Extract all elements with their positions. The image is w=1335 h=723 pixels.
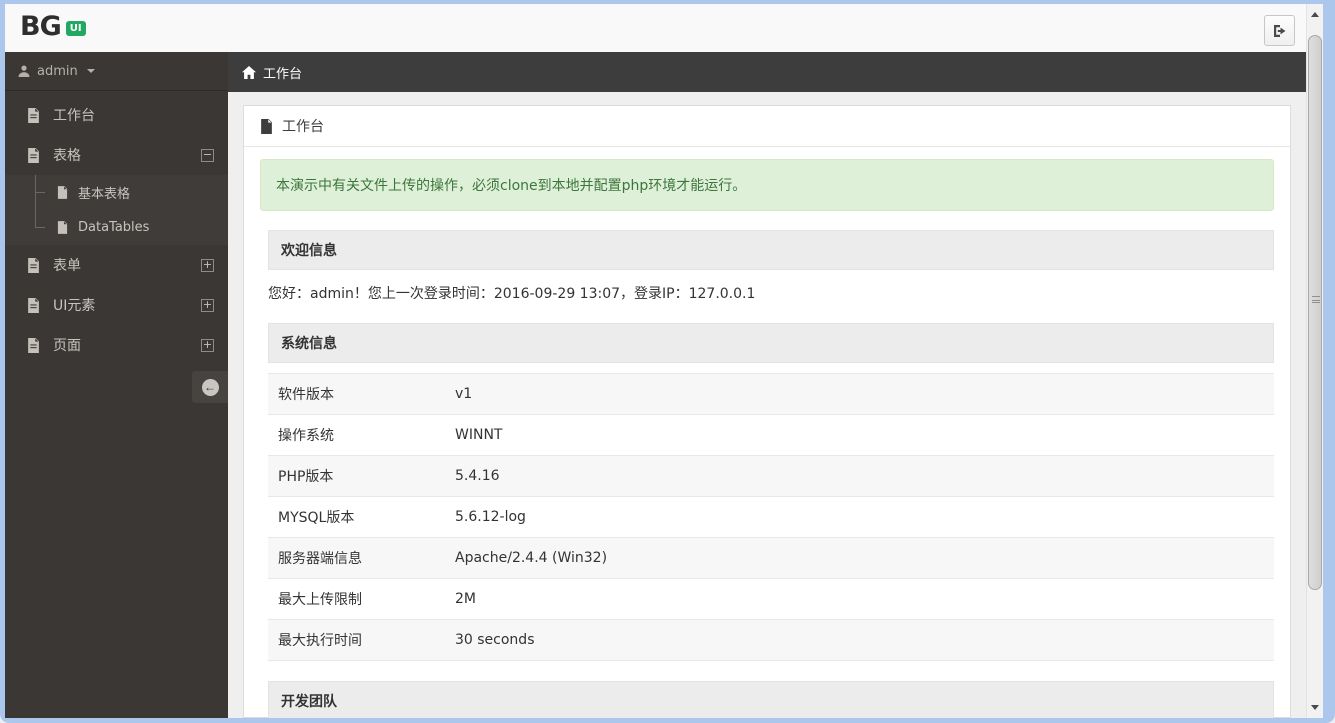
sidebar-menu: 工作台 表格 − 基本表格 DataTables 表单 + UI元素 + 页面 … [5, 91, 228, 403]
table-row: 软件版本 v1 [268, 373, 1274, 415]
sidebar-item-tables[interactable]: 表格 − [5, 135, 228, 175]
row-value: 5.4.16 [445, 455, 1274, 497]
sidebar-item-workbench[interactable]: 工作台 [5, 95, 228, 135]
file-icon [27, 147, 40, 163]
panel-body: 本演示中有关文件上传的操作，必须clone到本地并配置php环境才能运行。 欢迎… [244, 147, 1290, 718]
file-icon [260, 118, 273, 134]
caret-down-icon [86, 69, 95, 73]
scrollbar-up-button[interactable] [1307, 6, 1323, 23]
triangle-up-icon [1311, 12, 1319, 17]
file-icon [27, 297, 40, 313]
app-header: BG UI [5, 4, 1306, 52]
row-value: v1 [445, 373, 1274, 415]
sidebar-subitem-datatables[interactable]: DataTables [5, 210, 228, 245]
logo-ui-badge: UI [65, 21, 86, 36]
row-value: WINNT [445, 414, 1274, 456]
expand-plus-icon[interactable]: + [201, 258, 214, 272]
expand-plus-icon[interactable]: + [201, 338, 214, 352]
success-alert: 本演示中有关文件上传的操作，必须clone到本地并配置php环境才能运行。 [260, 159, 1274, 211]
sidebar-subitem-label: DataTables [78, 220, 150, 235]
scrollbar-down-button[interactable] [1307, 699, 1323, 716]
sidebar-collapse-button[interactable]: ← [192, 371, 228, 403]
sidebar-item-ui-elements[interactable]: UI元素 + [5, 285, 228, 325]
row-label: PHP版本 [268, 455, 445, 497]
file-icon [27, 257, 40, 273]
user-name: admin [37, 63, 78, 79]
sidebar-collapse-row: ← [5, 371, 228, 403]
window-frame: BG UI admin 工作台 表格 − 基本表格 DataTables 表单 … [0, 0, 1335, 723]
sidebar: admin 工作台 表格 − 基本表格 DataTables 表单 + UI元素… [5, 52, 228, 718]
row-value: 30 seconds [445, 619, 1274, 661]
file-icon [57, 221, 68, 234]
expand-plus-icon[interactable]: + [201, 298, 214, 312]
row-label: 最大执行时间 [268, 619, 445, 661]
table-row: PHP版本 5.4.16 [268, 455, 1274, 497]
workbench-panel: 工作台 本演示中有关文件上传的操作，必须clone到本地并配置php环境才能运行… [243, 105, 1291, 718]
row-label: 最大上传限制 [268, 578, 445, 620]
table-row: 最大上传限制 2M [268, 578, 1274, 620]
arrow-left-circle-icon: ← [201, 378, 219, 396]
welcome-text: 您好：admin！您上一次登录时间：2016-09-29 13:07，登录IP：… [268, 286, 756, 302]
system-info-table: 软件版本 v1 操作系统 WINNT PHP版本 5.4.16 MYSQL版本 5.6.… [268, 373, 1274, 661]
sidebar-subitem-basic-tables[interactable]: 基本表格 [5, 175, 228, 210]
sidebar-item-label: UI元素 [53, 298, 96, 314]
sign-out-icon [1271, 23, 1288, 39]
sidebar-item-label: 页面 [53, 338, 81, 354]
scrollbar-grip-icon [1312, 296, 1320, 303]
row-value: Apache/2.4.4 (Win32) [445, 537, 1274, 579]
user-dropdown[interactable]: admin [5, 52, 228, 91]
table-row: 服务器端信息 Apache/2.4.4 (Win32) [268, 537, 1274, 579]
row-label: 软件版本 [268, 373, 445, 415]
file-icon [27, 107, 40, 123]
logo-text: BG [20, 11, 62, 42]
row-value: 2M [445, 578, 1274, 620]
sidebar-item-forms[interactable]: 表单 + [5, 245, 228, 285]
section-header-welcome: 欢迎信息 [268, 230, 1274, 270]
section-header-system: 系统信息 [268, 323, 1274, 363]
logout-button[interactable] [1264, 15, 1295, 46]
file-icon [57, 186, 68, 199]
row-label: MYSQL版本 [268, 496, 445, 538]
sidebar-item-pages[interactable]: 页面 + [5, 325, 228, 365]
table-row: 操作系统 WINNT [268, 414, 1274, 456]
home-icon [242, 65, 256, 79]
main-area: 工作台 工作台 本演示中有关文件上传的操作，必须clone到本地并配置php环境… [228, 52, 1306, 718]
row-label: 服务器端信息 [268, 537, 445, 579]
section-header-team: 开发团队 [268, 681, 1274, 718]
file-icon [27, 337, 40, 353]
triangle-down-icon [1311, 705, 1319, 710]
table-row: MYSQL版本 5.6.12-log [268, 496, 1274, 538]
sidebar-subitem-label: 基本表格 [78, 187, 131, 202]
sidebar-item-label: 表格 [53, 148, 81, 164]
app-logo: BG UI [20, 11, 86, 42]
table-row: 最大执行时间 30 seconds [268, 619, 1274, 661]
window-scrollbar[interactable] [1306, 4, 1323, 718]
sidebar-item-label: 表单 [53, 258, 81, 274]
page-content: 工作台 本演示中有关文件上传的操作，必须clone到本地并配置php环境才能运行… [228, 92, 1306, 718]
user-icon [18, 65, 30, 77]
scrollbar-thumb[interactable] [1308, 35, 1322, 590]
row-value: 5.6.12-log [445, 496, 1274, 538]
panel-heading: 工作台 [244, 106, 1290, 147]
collapse-minus-icon[interactable]: − [201, 148, 214, 162]
breadcrumb-label: 工作台 [263, 66, 303, 82]
panel-title: 工作台 [282, 119, 324, 135]
breadcrumb[interactable]: 工作台 [228, 52, 1306, 92]
sidebar-item-label: 工作台 [53, 108, 95, 124]
row-label: 操作系统 [268, 414, 445, 456]
tables-submenu: 基本表格 DataTables [5, 175, 228, 245]
